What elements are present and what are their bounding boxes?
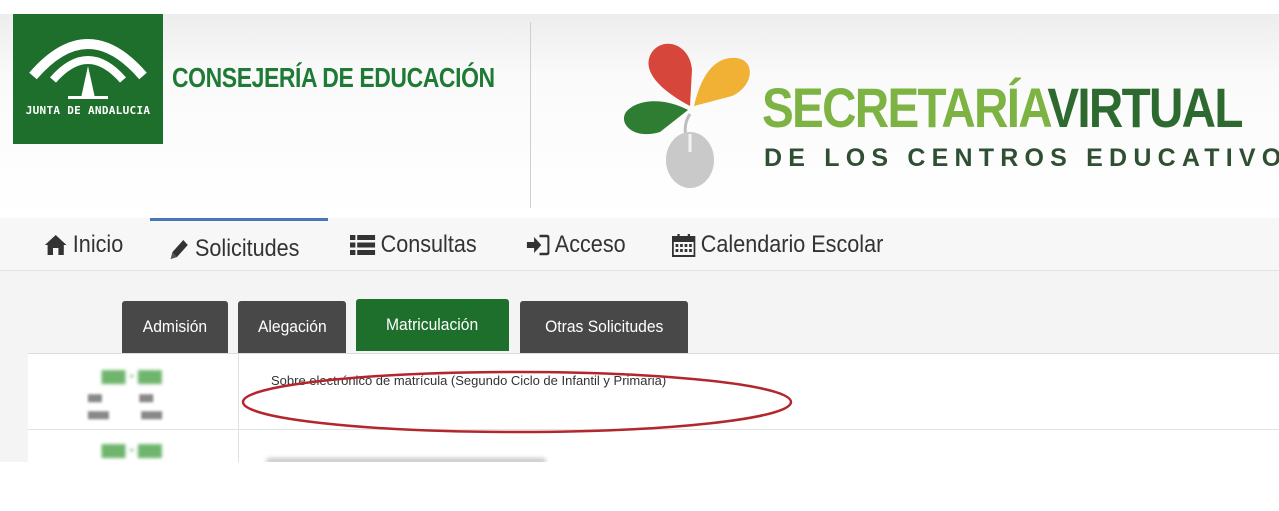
nav-item-label: Consultas — [380, 231, 477, 258]
home-icon — [44, 235, 67, 255]
secretaria-virtual-logo-icon — [623, 43, 750, 188]
list-icon — [350, 235, 376, 255]
blurred-date-detail: ▆▆▆ ▆▆▆ — [88, 409, 163, 419]
nav-item-label: Inicio — [72, 231, 124, 258]
tab-admision[interactable]: Admisión — [122, 301, 228, 353]
highlight-ellipse — [241, 370, 793, 434]
calendar-icon — [672, 234, 696, 257]
pencil-icon — [170, 240, 188, 259]
tab-otras-solicitudes[interactable]: Otras Solicitudes — [520, 301, 688, 353]
junta-de-andalucia-logo[interactable]: JUNTA DE ANDALUCIA — [13, 14, 163, 144]
blurred-date-range: ▆▆ - ▆▆ — [102, 367, 162, 384]
consejeria-title: CONSEJERÍA DE EDUCACIÓN — [172, 62, 495, 93]
tab-alegacion[interactable]: Alegación — [238, 301, 346, 353]
blurred-date-detail: ▆▆ ▆▆ — [88, 392, 154, 402]
nav-item-label: Acceso — [554, 231, 626, 258]
nav-item-consultas[interactable]: Consultas — [350, 230, 477, 260]
nav-item-calendario-escolar[interactable]: Calendario Escolar — [672, 230, 883, 260]
sv-title-part2: VIRTUAL — [1047, 76, 1243, 139]
nav-active-indicator — [150, 218, 328, 221]
blurred-date-range: ▆▆ - ▆▆ — [102, 441, 162, 458]
sv-title-part1: SECRETARÍA — [762, 76, 1049, 139]
nav-item-acceso[interactable]: Acceso — [526, 230, 626, 260]
tab-label: Otras Solicitudes — [544, 317, 664, 336]
tab-label: Alegación — [257, 317, 327, 336]
tab-matriculacion[interactable]: Matriculación — [356, 299, 509, 351]
junta-logo-text: JUNTA DE ANDALUCIA — [25, 104, 151, 117]
sign-in-icon — [526, 234, 550, 256]
header-divider — [530, 22, 531, 208]
main-nav: Inicio Solicitudes Consultas Acceso Cale… — [0, 218, 1279, 271]
secretaria-virtual-subtitle: DE LOS CENTROS EDUCATIVOS — [764, 144, 1279, 172]
junta-arch-icon — [29, 39, 147, 99]
blurred-row-text — [266, 458, 546, 462]
site-header: JUNTA DE ANDALUCIA CONSEJERÍA DE EDUCACI… — [0, 14, 1279, 218]
tab-label: Matriculación — [386, 315, 479, 334]
secretaria-virtual-title: SECRETARÍAVIRTUAL — [762, 80, 1243, 136]
screen: JUNTA DE ANDALUCIA CONSEJERÍA DE EDUCACI… — [0, 14, 1279, 462]
nav-item-solicitudes[interactable]: Solicitudes — [168, 234, 299, 264]
nav-item-label: Calendario Escolar — [700, 231, 884, 258]
nav-item-label: Solicitudes — [195, 235, 300, 262]
nav-item-inicio[interactable]: Inicio — [44, 230, 123, 260]
tab-label: Admisión — [142, 317, 208, 336]
